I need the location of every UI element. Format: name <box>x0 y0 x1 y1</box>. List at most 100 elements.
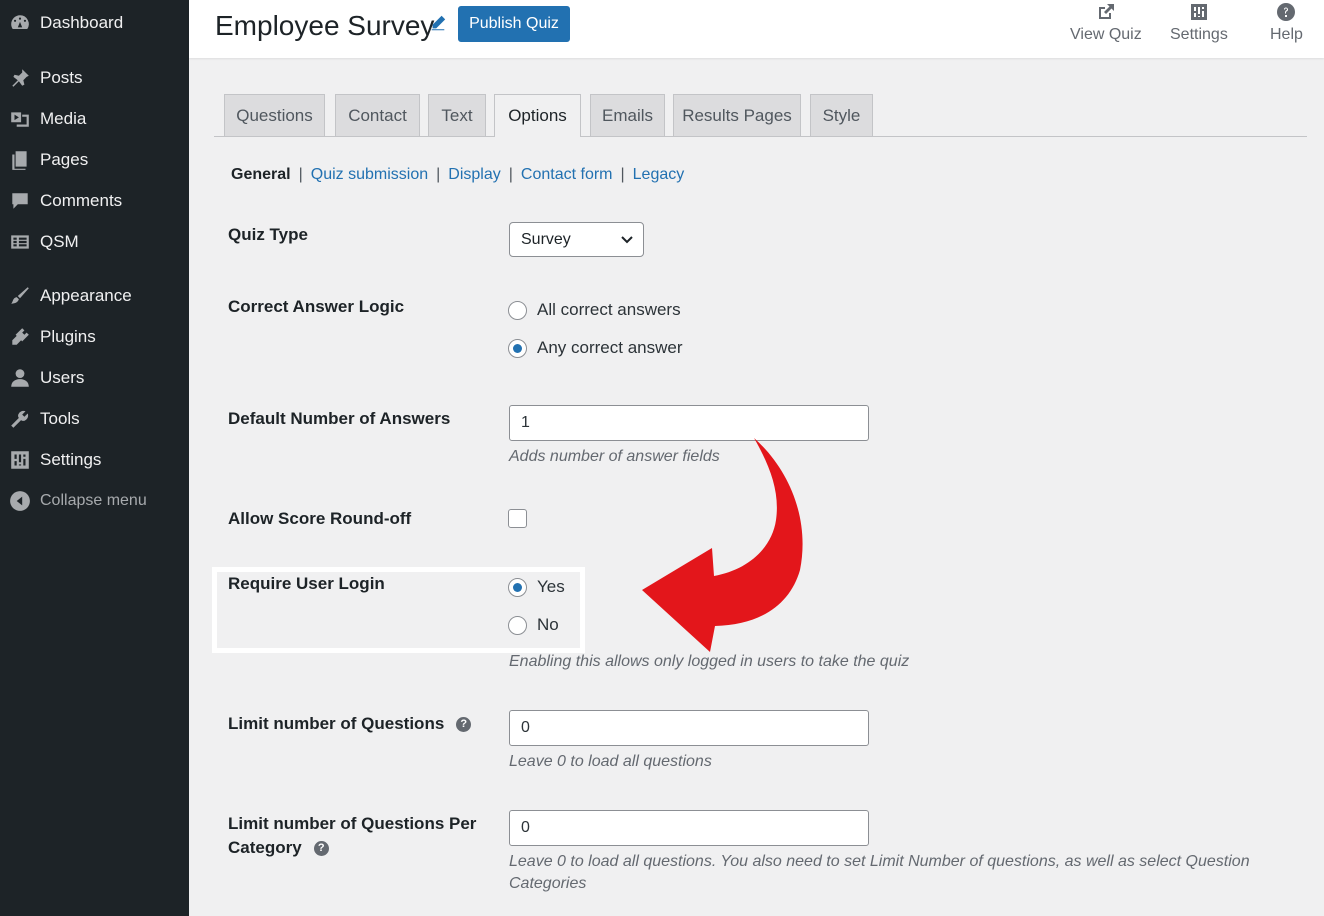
radio-label: Yes <box>537 577 565 596</box>
quiz-type-label: Quiz Type <box>228 225 308 244</box>
page-header: Employee Survey Publish Quiz View Quiz S… <box>189 0 1324 58</box>
sidebar-item-pages[interactable]: Pages <box>0 142 189 178</box>
help-icon[interactable]: ? <box>313 841 329 857</box>
sidebar-item-plugins[interactable]: Plugins <box>0 319 189 355</box>
admin-sidebar: Dashboard Posts Media Pages Comments QSM… <box>0 0 189 916</box>
tab-emails[interactable]: Emails <box>590 94 665 136</box>
pages-icon <box>0 149 40 171</box>
limit-questions-input[interactable]: 0 <box>509 710 869 746</box>
score-roundoff-label: Allow Score Round-off <box>228 509 412 528</box>
subnav-quiz-submission[interactable]: Quiz submission <box>311 166 428 184</box>
collapse-menu-label: Collapse menu <box>40 492 147 509</box>
publish-quiz-button[interactable]: Publish Quiz <box>458 6 570 42</box>
quiz-type-select[interactable]: Survey <box>509 222 644 257</box>
collapse-menu-button[interactable]: Collapse menu <box>0 483 189 519</box>
list-icon <box>0 231 40 253</box>
sidebar-item-users[interactable]: Users <box>0 360 189 396</box>
collapse-arrow-icon <box>0 490 40 512</box>
sidebar-item-label: QSM <box>40 232 79 251</box>
tab-options[interactable]: Options <box>494 94 581 137</box>
limit-questions-hint: Leave 0 to load all questions <box>509 753 712 770</box>
sidebar-item-label: Settings <box>40 450 102 469</box>
comment-icon <box>0 190 40 212</box>
sidebar-item-media[interactable]: Media <box>0 101 189 137</box>
sidebar-item-label: Posts <box>40 68 83 87</box>
settings-label: Settings <box>1170 26 1228 43</box>
radio-login-yes[interactable]: Yes <box>508 577 565 597</box>
radio-button[interactable] <box>508 615 527 635</box>
limit-per-category-input[interactable]: 0 <box>509 810 869 846</box>
view-quiz-button[interactable]: View Quiz <box>1070 2 1142 44</box>
subnav-legacy[interactable]: Legacy <box>633 166 685 184</box>
sidebar-item-label: Comments <box>40 191 123 210</box>
radio-label: Any correct answer <box>537 338 683 357</box>
tab-results-pages[interactable]: Results Pages <box>673 94 801 136</box>
settings-tabs: Questions Contact Text Options Emails Re… <box>214 94 1307 137</box>
sidebar-item-qsm[interactable]: QSM <box>0 224 189 260</box>
limit-per-category-label-line2: Category <box>228 838 302 857</box>
sidebar-item-label: Pages <box>40 150 89 169</box>
page-title: Employee Survey <box>215 10 435 41</box>
sidebar-item-posts[interactable]: Posts <box>0 60 189 96</box>
limit-questions-label: Limit number of Questions? <box>228 712 472 736</box>
settings-button[interactable]: Settings <box>1170 2 1228 44</box>
help-label: Help <box>1270 26 1303 43</box>
sidebar-item-appearance[interactable]: Appearance <box>0 278 189 314</box>
subnav-contact-form[interactable]: Contact form <box>521 166 613 184</box>
wrench-icon <box>0 408 40 430</box>
sidebar-item-label: Users <box>40 368 85 387</box>
sidebar-item-label: Plugins <box>40 327 96 346</box>
help-icon[interactable]: ? <box>456 717 472 733</box>
sidebar-item-comments[interactable]: Comments <box>0 183 189 219</box>
pencil-icon[interactable] <box>429 14 449 34</box>
subnav-display[interactable]: Display <box>448 166 500 184</box>
radio-any-correct[interactable]: Any correct answer <box>508 338 683 358</box>
tab-questions[interactable]: Questions <box>224 94 325 136</box>
sidebar-item-label: Appearance <box>40 286 132 305</box>
radio-button[interactable] <box>508 577 527 597</box>
tab-style[interactable]: Style <box>810 94 873 136</box>
help-icon <box>1277 3 1296 21</box>
score-roundoff-checkbox[interactable] <box>508 509 527 528</box>
options-subnav: General | Quiz submission | Display | Co… <box>231 166 684 184</box>
tab-text[interactable]: Text <box>428 94 486 136</box>
require-login-label: Require User Login <box>228 574 385 593</box>
sidebar-item-tools[interactable]: Tools <box>0 401 189 437</box>
sidebar-item-label: Media <box>40 109 87 128</box>
subnav-separator: | <box>298 166 303 183</box>
radio-button[interactable] <box>508 338 527 358</box>
radio-label: All correct answers <box>537 300 681 319</box>
radio-login-no[interactable]: No <box>508 615 559 635</box>
view-quiz-label: View Quiz <box>1070 26 1142 43</box>
annotation-arrow <box>642 438 803 652</box>
correct-answer-logic-label: Correct Answer Logic <box>228 297 405 316</box>
sliders-icon <box>1190 4 1207 20</box>
sidebar-item-settings[interactable]: Settings <box>0 442 189 478</box>
brush-icon <box>0 285 40 307</box>
tab-contact[interactable]: Contact <box>335 94 420 136</box>
pin-icon <box>0 67 40 89</box>
sidebar-item-dashboard[interactable]: Dashboard <box>0 5 189 41</box>
subnav-general[interactable]: General <box>231 166 291 184</box>
media-icon <box>0 108 40 130</box>
sidebar-item-label: Tools <box>40 409 80 428</box>
radio-all-correct[interactable]: All correct answers <box>508 300 681 320</box>
default-answers-label: Default Number of Answers <box>228 409 451 428</box>
radio-label: No <box>537 615 559 634</box>
limit-per-category-label-line1: Limit number of Questions Per <box>228 814 477 833</box>
plug-icon <box>0 326 40 348</box>
quiz-type-value: Survey <box>521 230 571 248</box>
limit-per-category-hint-line2: Categories <box>509 875 587 892</box>
help-button[interactable]: Help <box>1270 2 1303 44</box>
user-icon <box>0 367 40 389</box>
subnav-separator: | <box>436 166 441 183</box>
chevron-down-icon <box>620 233 634 247</box>
sliders-icon <box>0 449 40 471</box>
sidebar-item-label: Dashboard <box>40 13 124 32</box>
external-link-icon <box>1098 4 1114 19</box>
limit-questions-label-text: Limit number of Questions <box>228 714 445 733</box>
subnav-separator: | <box>508 166 513 183</box>
subnav-separator: | <box>620 166 625 183</box>
radio-button[interactable] <box>508 300 527 320</box>
limit-per-category-label: Limit number of Questions Per Category? <box>228 812 476 860</box>
